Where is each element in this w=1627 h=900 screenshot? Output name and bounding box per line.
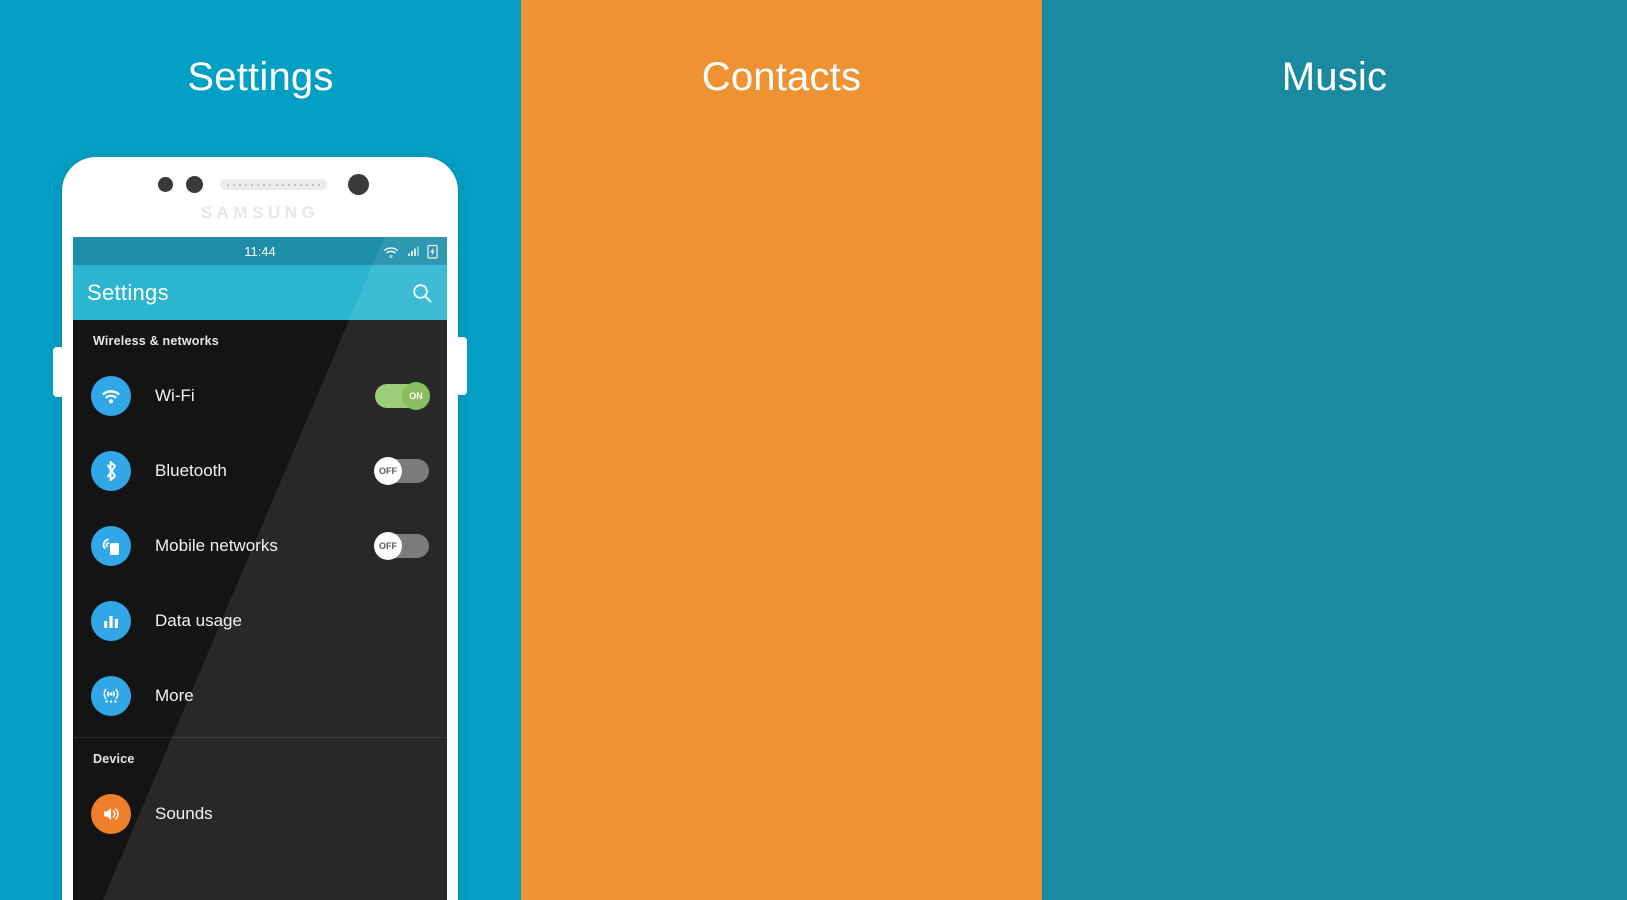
settings-row-more[interactable]: More (73, 658, 447, 733)
battery-charging-icon (427, 244, 438, 259)
settings-label-data-usage: Data usage (155, 610, 242, 630)
settings-row-mobile-networks[interactable]: Mobile networks OFF (73, 508, 447, 583)
toolbar-title-settings: Settings (87, 279, 169, 305)
settings-row-bluetooth[interactable]: Bluetooth OFF (73, 433, 447, 508)
front-camera-icon (348, 174, 369, 195)
group-header-wireless: Wireless & networks (93, 334, 219, 348)
panel-title-settings: Settings (187, 55, 334, 99)
signal-icon (408, 245, 419, 256)
panel-title-music: Music (1281, 55, 1388, 99)
volume-button[interactable] (53, 347, 64, 397)
settings-label-sounds: Sounds (155, 803, 213, 823)
screen-settings: 11:44 Settings Wireless & networks Wi-Fi… (73, 237, 447, 900)
power-button[interactable] (456, 337, 467, 395)
toggle-bluetooth[interactable]: OFF (374, 456, 429, 485)
settings-row-sounds[interactable]: Sounds (73, 776, 447, 851)
broadcast-icon (91, 675, 131, 716)
toggle-mobile-networks-label: OFF (374, 531, 402, 560)
settings-label-bluetooth: Bluetooth (155, 460, 227, 480)
toolbar-actions-settings (411, 282, 433, 304)
toggle-mobile-networks[interactable]: OFF (374, 531, 429, 560)
settings-label-mobile-networks: Mobile networks (155, 535, 278, 555)
bluetooth-icon (91, 450, 131, 491)
settings-label-more: More (155, 685, 194, 705)
phone-settings: SAMSUNG 11:44 Settings Wireless & networ… (53, 157, 467, 900)
earpiece-speaker-icon (220, 179, 327, 190)
wifi-icon (91, 375, 131, 416)
panel-music: Music SAMSUNG 11:43 (1042, 0, 1627, 900)
proximity-sensor-icon (186, 176, 203, 193)
device-brand: SAMSUNG (200, 203, 320, 222)
group-header-device: Device (93, 752, 135, 766)
panel-settings: Settings SAMSUNG 11:44 Settings Wireless… (0, 0, 521, 900)
toggle-wifi[interactable]: ON (375, 381, 430, 410)
panel-contacts: Contacts SAMSUNG 11:39 (521, 0, 1042, 900)
toolbar-settings: Settings (73, 265, 447, 320)
panel-title-contacts: Contacts (701, 55, 862, 99)
toggle-wifi-label: ON (402, 381, 430, 410)
status-time: 11:44 (244, 243, 276, 259)
settings-row-wifi[interactable]: Wi-Fi ON (73, 358, 447, 433)
sensor-dot-icon (158, 177, 173, 192)
volume-icon (91, 793, 131, 834)
toggle-bluetooth-label: OFF (374, 456, 402, 485)
app-showcase: Settings SAMSUNG 11:44 Settings Wireless… (0, 0, 1627, 900)
statusbar-settings: 11:44 (73, 237, 447, 265)
statusbar-icons (383, 237, 438, 265)
settings-row-data-usage[interactable]: Data usage (73, 583, 447, 658)
wifi-icon (383, 246, 399, 258)
search-icon[interactable] (411, 282, 433, 304)
bar-chart-icon (91, 600, 131, 641)
settings-label-wifi: Wi-Fi (155, 385, 195, 405)
settings-list: Wireless & networks Wi-Fi ON Bluetooth O… (73, 320, 447, 900)
mobile-network-icon (91, 525, 131, 566)
phone-bezel-top: SAMSUNG (62, 157, 458, 237)
